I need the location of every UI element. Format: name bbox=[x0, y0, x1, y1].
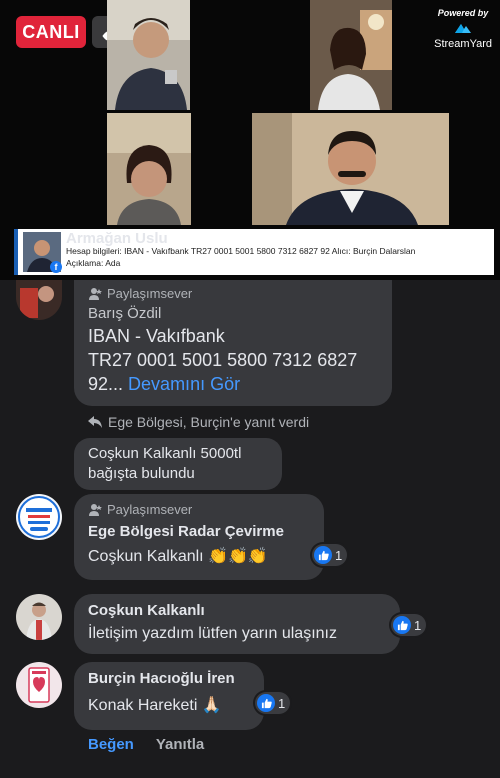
lower-third-banner: f Armağan Uslu Hesap bilgileri: IBAN - V… bbox=[14, 229, 494, 275]
reaction-count[interactable]: 1 bbox=[391, 614, 427, 636]
banner-account-info: Hesap bilgileri: IBAN - Vakıfbank TR27 0… bbox=[66, 246, 416, 256]
avatar-coskun[interactable] bbox=[16, 594, 62, 640]
banner-description: Açıklama: Ada bbox=[66, 258, 121, 268]
banner-avatar: f bbox=[23, 232, 62, 273]
participant-tile-1 bbox=[107, 0, 190, 110]
comment-author[interactable]: Burçin Hacıoğlu İren bbox=[88, 670, 250, 687]
reply-preview-bubble[interactable]: Coşkun Kalkanlı 5000tl bağışta bulundu bbox=[74, 438, 282, 490]
reply-preview-line-2: bağışta bulundu bbox=[88, 465, 195, 482]
thumbs-up-icon bbox=[257, 694, 275, 712]
participant-tile-3 bbox=[107, 113, 191, 225]
participant-tile-2 bbox=[310, 0, 392, 110]
comment-actions: Beğen Yanıtla bbox=[88, 736, 204, 753]
streamyard-logo-icon bbox=[455, 24, 472, 33]
streamyard-branding: Powered by StreamYard bbox=[434, 8, 492, 50]
live-video[interactable]: CANLI 88 Powered by StreamYard bbox=[0, 0, 500, 280]
thumbs-up-icon bbox=[314, 546, 332, 564]
participant-tile-4 bbox=[252, 113, 449, 225]
banner-name: Armağan Uslu bbox=[66, 230, 168, 247]
thumbs-up-icon bbox=[393, 616, 411, 634]
comment-author[interactable]: Barış Özdil bbox=[88, 305, 378, 322]
reply-notice-text: Ege Bölgesi, Burçin'e yanıt verdi bbox=[108, 414, 310, 430]
comment-text: İletişim yazdım lütfen yarın ulaşınız bbox=[88, 625, 337, 642]
reply-preview-line-1: Coşkun Kalkanlı 5000tl bbox=[88, 445, 242, 462]
badge-label: Paylaşımsever bbox=[107, 286, 193, 301]
comment-badge: Paylaşımsever bbox=[88, 286, 378, 301]
comment-badge: Paylaşımsever bbox=[88, 502, 310, 517]
reaction-count[interactable]: 1 bbox=[312, 544, 348, 566]
avatar-ege-bolgesi[interactable] bbox=[16, 494, 62, 540]
reply-arrow-icon bbox=[88, 416, 102, 428]
reaction-count[interactable]: 1 bbox=[255, 692, 291, 714]
reply-button[interactable]: Yanıtla bbox=[156, 736, 204, 753]
facebook-icon: f bbox=[50, 261, 62, 273]
comment-text: Konak Hareketi 🙏🏻 bbox=[88, 697, 222, 714]
comment-bubble-ege: Paylaşımsever Ege Bölgesi Radar Çevirme … bbox=[74, 494, 324, 580]
comment-bubble-burcin: Burçin Hacıoğlu İren Konak Hareketi 🙏🏻 bbox=[74, 662, 264, 730]
comment-author[interactable]: Ege Bölgesi Radar Çevirme bbox=[88, 523, 310, 540]
badge-person-icon bbox=[89, 503, 102, 516]
powered-by-label: Powered by bbox=[437, 8, 489, 18]
comment-bubble-coskun: Coşkun Kalkanlı İletişim yazdım lütfen y… bbox=[74, 594, 400, 654]
badge-person-icon bbox=[89, 287, 102, 300]
reaction-count-value: 1 bbox=[278, 695, 286, 711]
comment-text: Coşkun Kalkanlı 👏👏👏 bbox=[88, 548, 268, 565]
comment-author[interactable]: Coşkun Kalkanlı bbox=[88, 602, 386, 619]
avatar-burcin[interactable] bbox=[16, 662, 62, 708]
banner-accent-bar bbox=[14, 229, 18, 275]
reply-notice[interactable]: Ege Bölgesi, Burçin'e yanıt verdi bbox=[88, 414, 309, 430]
brand-label: StreamYard bbox=[434, 38, 492, 50]
badge-label: Paylaşımsever bbox=[107, 502, 193, 517]
comment-line-3: 92... bbox=[88, 374, 124, 394]
see-more-link[interactable]: Devamını Gör bbox=[128, 374, 240, 394]
like-button[interactable]: Beğen bbox=[88, 736, 134, 753]
reaction-count-value: 1 bbox=[335, 547, 343, 563]
live-badge: CANLI bbox=[16, 16, 86, 48]
comment-bubble-baris: Paylaşımsever Barış Özdil IBAN - Vakıfba… bbox=[74, 280, 392, 406]
reaction-count-value: 1 bbox=[414, 617, 422, 633]
banner-text: Armağan Uslu Hesap bilgileri: IBAN - Vak… bbox=[66, 229, 415, 275]
avatar-baris[interactable] bbox=[16, 280, 62, 320]
comment-line-2: TR27 0001 5001 5800 7312 6827 bbox=[88, 350, 358, 370]
comment-line-1: IBAN - Vakıfbank bbox=[88, 326, 225, 346]
